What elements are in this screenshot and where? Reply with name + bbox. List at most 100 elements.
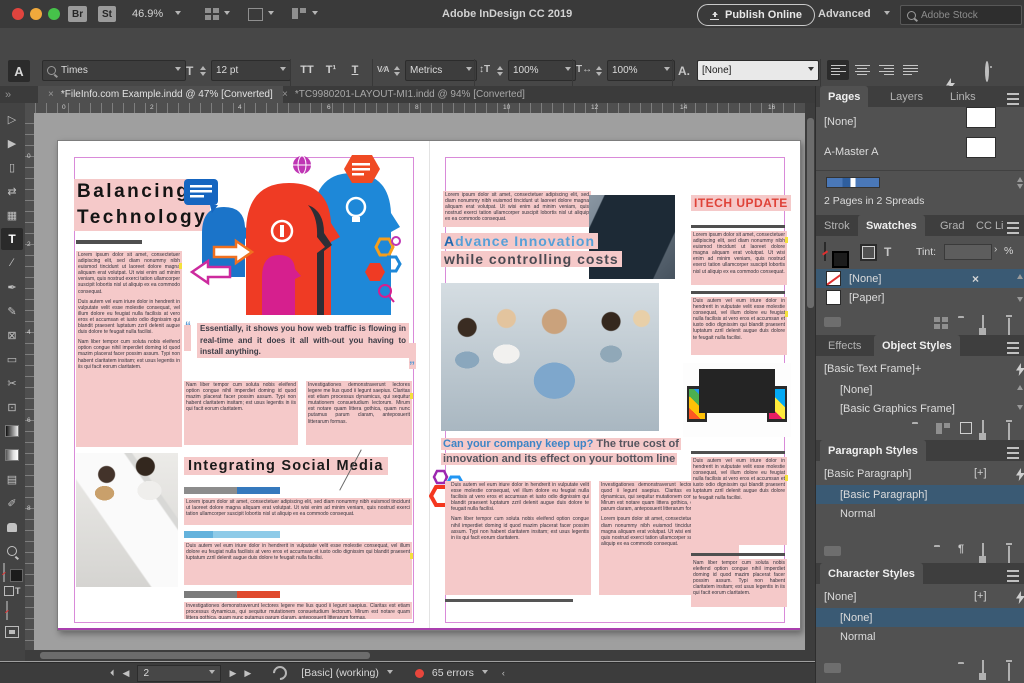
character-formatting-mode-button[interactable]: A [8, 60, 30, 82]
formatting-affects-container-button[interactable] [4, 586, 14, 596]
preflight-icon[interactable] [270, 663, 290, 683]
stock-button[interactable]: St [98, 6, 116, 22]
eyedropper-tool[interactable]: ✐ [1, 492, 23, 514]
minimize-window-button[interactable] [30, 8, 42, 20]
zoom-window-button[interactable] [48, 8, 60, 20]
tools-collapse-icon[interactable]: » [5, 89, 11, 101]
quick-apply-icon[interactable] [1016, 363, 1024, 376]
zoom-tool[interactable] [1, 540, 23, 562]
line-tool[interactable]: ∕ [1, 252, 23, 274]
horizontal-scrollbar-thumb[interactable] [40, 652, 370, 659]
close-tab-icon[interactable]: × [48, 89, 54, 100]
formatting-affects-container-button[interactable] [862, 246, 875, 259]
view-options-chevron-icon[interactable] [224, 11, 230, 18]
page-right[interactable]: Lorem ipsum dolor sit amet, consectetuer… [429, 141, 800, 630]
object-style-row[interactable]: [Basic Graphics Frame] [816, 399, 1024, 418]
superscript-button[interactable]: T¹ [320, 61, 342, 79]
content-collector-tool[interactable]: ▦ [1, 204, 23, 226]
clear-overrides-icon[interactable] [936, 423, 950, 434]
formatting-affects-text-button[interactable]: T [884, 245, 891, 259]
kerning-stepper[interactable] [394, 63, 400, 79]
screen-mode-icon[interactable] [248, 8, 263, 21]
master-row-none[interactable]: [None] [816, 112, 1024, 131]
tab-gradient[interactable]: Grad [932, 215, 972, 236]
bridge-button[interactable]: Br [68, 6, 87, 22]
quick-apply-icon[interactable] [1016, 468, 1024, 481]
paragraph-style-row[interactable]: [Basic Paragraph] [816, 485, 1024, 504]
scroll-down-icon[interactable] [1017, 405, 1023, 413]
vertical-scale-stepper[interactable] [497, 63, 503, 79]
scissors-tool[interactable]: ✂ [1, 372, 23, 394]
next-page-button[interactable]: ▶ [229, 668, 236, 679]
tab-stroke[interactable]: Strok [816, 215, 858, 236]
tab-effects[interactable]: Effects [820, 335, 869, 356]
pencil-tool[interactable]: ✎ [1, 300, 23, 322]
tab-cc-libraries[interactable]: CC Li [968, 215, 1012, 236]
gradient-swatch-tool[interactable] [1, 420, 23, 442]
spread-thumbnail[interactable] [826, 177, 880, 188]
tab-paragraph-styles[interactable]: Paragraph Styles [820, 440, 926, 461]
stroke-proxy-swatch[interactable] [832, 251, 849, 268]
delete-style-icon[interactable] [1008, 423, 1010, 441]
tab-swatches[interactable]: Swatches [858, 215, 925, 236]
tab-pages[interactable]: Pages [820, 86, 868, 107]
tab-layers[interactable]: Layers [882, 86, 931, 107]
pasteboard[interactable]: Balancing Technology Lorem ipsum dolor s… [34, 113, 805, 650]
note-tool[interactable]: ▤ [1, 468, 23, 490]
character-style-select[interactable]: [None] [697, 60, 819, 81]
align-left-button[interactable] [827, 60, 849, 80]
new-style-icon[interactable] [982, 420, 984, 439]
adobe-stock-search[interactable]: Adobe Stock [900, 5, 1022, 25]
document-tab-active[interactable]: × *FileInfo.com Example.indd @ 47% [Conv… [38, 86, 283, 103]
quick-apply-icon[interactable] [1016, 591, 1024, 604]
close-tab-icon[interactable]: × [282, 89, 288, 100]
hand-tool[interactable] [1, 516, 23, 538]
scroll-up-icon[interactable] [1017, 271, 1023, 279]
screen-mode-button[interactable] [5, 626, 19, 638]
photo-team-meeting[interactable] [441, 283, 659, 431]
pen-tool[interactable]: ✒ [1, 276, 23, 298]
delete-swatch-icon[interactable] [1008, 318, 1010, 336]
tab-links[interactable]: Links [942, 86, 984, 107]
swatch-row-none[interactable]: [None] × [816, 269, 1024, 288]
screen-mode-chevron-icon[interactable] [268, 11, 274, 18]
swatch-views-icon[interactable] [824, 317, 841, 327]
style-cloud-icon[interactable] [824, 546, 841, 556]
panel-menu-icon[interactable] [1007, 93, 1019, 105]
fill-proxy-swatch[interactable] [3, 563, 5, 582]
panel-menu-icon[interactable] [1007, 447, 1019, 459]
page-number-select[interactable]: 2 [137, 665, 221, 682]
selection-tool[interactable]: ▷ [1, 108, 23, 130]
document-layout-icon[interactable] [292, 8, 306, 19]
previous-page-button[interactable]: ◀ [123, 668, 130, 679]
swatch-row-paper[interactable]: [Paper] [816, 288, 1024, 307]
tab-object-styles[interactable]: Object Styles [874, 335, 960, 356]
justify-left-button[interactable] [899, 60, 921, 80]
formatting-affects-text-button[interactable]: T [15, 586, 21, 596]
type-tool[interactable]: T [1, 228, 23, 250]
gap-tool[interactable]: ⇄ [1, 180, 23, 202]
align-center-button[interactable] [851, 60, 873, 80]
font-size-select[interactable]: 12 pt [211, 60, 291, 81]
photo-devices[interactable] [683, 363, 791, 437]
free-transform-tool[interactable]: ⊡ [1, 396, 23, 418]
gradient-feather-tool[interactable] [1, 444, 23, 466]
last-page-button[interactable]: ▶ [244, 668, 251, 679]
vertical-scrollbar-thumb[interactable] [807, 118, 814, 308]
scroll-up-icon[interactable] [1017, 174, 1023, 182]
horizontal-scale-stepper[interactable] [596, 63, 602, 79]
tint-field[interactable] [944, 244, 992, 260]
tint-chevron[interactable]: › [994, 244, 997, 255]
horizontal-scale-select[interactable]: 100% [607, 60, 675, 81]
vertical-scale-select[interactable]: 100% [508, 60, 576, 81]
font-size-stepper[interactable] [200, 63, 206, 79]
fill-proxy-swatch[interactable] [824, 242, 826, 261]
new-swatch-group-icon[interactable] [934, 317, 948, 329]
align-right-button[interactable] [875, 60, 897, 80]
panel-menu-icon[interactable] [1007, 222, 1019, 234]
advanced-chevron-icon[interactable] [884, 11, 890, 18]
stroke-proxy-swatch[interactable] [10, 569, 23, 582]
collapse-status-icon[interactable]: ‹ [502, 668, 505, 678]
direct-selection-tool[interactable]: ▶ [1, 132, 23, 154]
close-window-button[interactable] [12, 8, 24, 20]
